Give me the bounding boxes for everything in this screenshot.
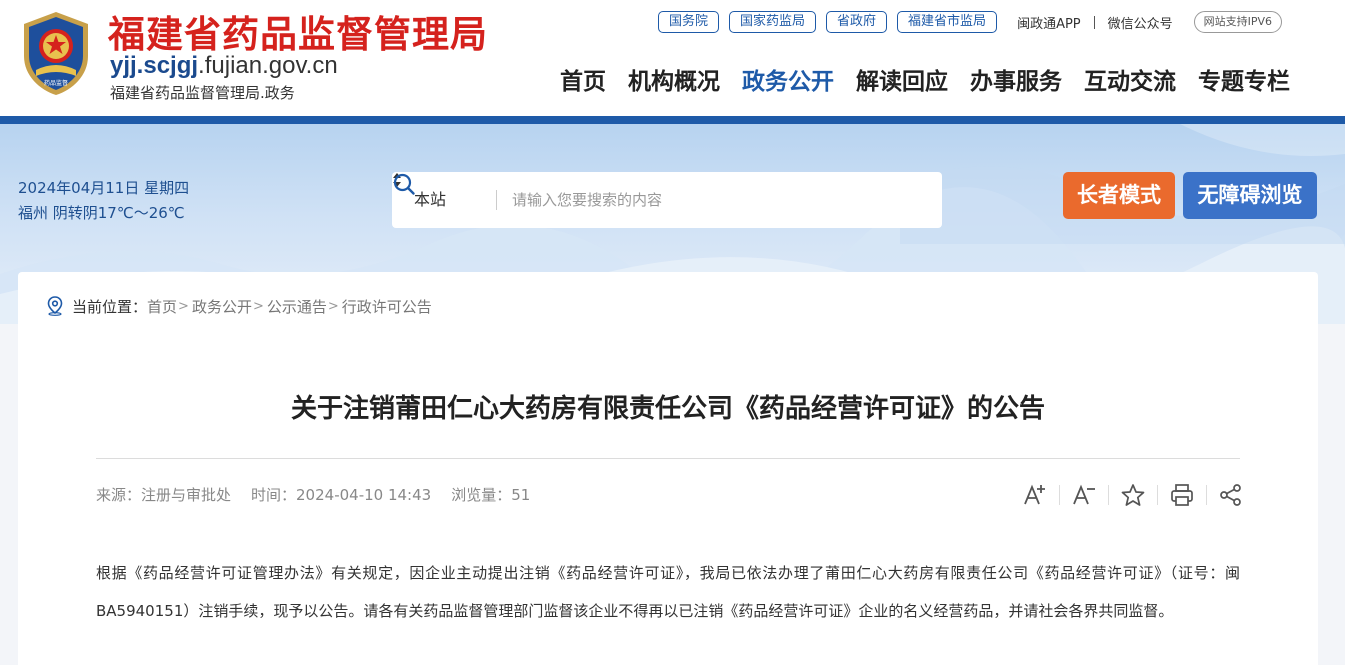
site-domain: yjj.scjgj.fujian.gov.cn — [110, 52, 338, 80]
font-decrease-icon[interactable] — [1071, 482, 1097, 508]
tool-divider — [1206, 485, 1207, 505]
star-favorite-icon[interactable] — [1120, 482, 1146, 508]
article-views: 浏览量：51 — [451, 486, 531, 504]
link-state-council[interactable]: 国务院 — [658, 11, 720, 33]
accessible-browse-button[interactable]: 无障碍浏览 — [1183, 172, 1317, 219]
tool-divider — [1108, 485, 1109, 505]
breadcrumb-license-notices[interactable]: 行政许可公告 — [342, 296, 432, 317]
breadcrumb-home[interactable]: 首页 — [147, 296, 177, 317]
header-bar — [0, 116, 1345, 124]
top-links: 国务院 国家药监局 省政府 福建省市监局 闽政通APP 微信公众号 网站支持IP… — [658, 11, 1283, 33]
title-divider — [96, 458, 1240, 459]
main-nav: 首页 机构概况 政务公开 解读回应 办事服务 互动交流 专题专栏 — [560, 62, 1290, 96]
location-pin-icon — [47, 296, 63, 316]
search-input[interactable] — [512, 186, 872, 214]
ipv6-badge: 网站支持IPV6 — [1193, 11, 1283, 33]
nav-interaction[interactable]: 互动交流 — [1084, 62, 1176, 96]
article-time: 时间：2024-04-10 14:43 — [251, 486, 432, 504]
tool-divider — [1059, 485, 1060, 505]
article-title: 关于注销莆田仁心大药房有限责任公司《药品经营许可证》的公告 — [290, 394, 1045, 424]
breadcrumb-separator: > — [327, 298, 339, 314]
site-title[interactable]: 福建省药品监督管理局 — [108, 4, 488, 58]
link-wechat[interactable]: 微信公众号 — [1108, 13, 1173, 32]
nav-topics[interactable]: 专题专栏 — [1198, 62, 1290, 96]
search-scope-select[interactable]: 本站 — [414, 172, 446, 228]
link-provincial-gov[interactable]: 省政府 — [826, 11, 888, 33]
font-increase-icon[interactable] — [1022, 482, 1048, 508]
print-icon[interactable] — [1169, 482, 1195, 508]
elder-mode-button[interactable]: 长者模式 — [1063, 172, 1175, 219]
content-card: 当前位置： 首页 > 政务公开 > 公示通告 > 行政许可公告 关于注销莆田仁心大药房… — [18, 272, 1318, 665]
article-meta: 来源：注册与审批处 时间：2024-04-10 14:43 浏览量：51 — [96, 484, 550, 505]
article-source: 来源：注册与审批处 — [96, 486, 232, 504]
search-divider — [496, 190, 497, 210]
search-icon[interactable] — [392, 172, 416, 196]
site-header: 药品监督 福建省药品监督管理局 yjj.scjgj.fujian.gov.cn … — [0, 0, 1345, 116]
weather: 福州 阴转阴17℃～26℃ — [18, 204, 185, 222]
nav-interpretation[interactable]: 解读回应 — [856, 62, 948, 96]
breadcrumb: 当前位置： 首页 > 政务公开 > 公示通告 > 行政许可公告 — [46, 296, 432, 316]
link-nmpa[interactable]: 国家药监局 — [729, 11, 817, 33]
divider — [1093, 15, 1095, 29]
breadcrumb-label: 当前位置： — [72, 297, 148, 316]
nav-gov-affairs[interactable]: 政务公开 — [742, 62, 834, 96]
site-subtitle: 福建省药品监督管理局.政务 — [110, 84, 295, 102]
breadcrumb-separator: > — [178, 298, 189, 314]
link-app[interactable]: 闽政通APP — [1017, 13, 1081, 32]
tool-divider — [1157, 485, 1158, 505]
nav-home[interactable]: 首页 — [560, 62, 606, 96]
article-tools — [1022, 482, 1244, 508]
link-fujian-samr[interactable]: 福建省市监局 — [897, 11, 998, 33]
breadcrumb-separator: > — [252, 298, 264, 314]
domain-prefix: yjj.scjgj — [110, 52, 199, 79]
domain-suffix: .fujian.gov.cn — [198, 52, 338, 79]
breadcrumb-gov-affairs[interactable]: 政务公开 — [192, 296, 252, 317]
breadcrumb-notices[interactable]: 公示通告 — [267, 296, 327, 317]
emblem-text: 药品监督 — [44, 79, 68, 87]
article-body: 根据《药品经营许可证管理办法》有关规定，因企业主动提出注销《药品经营许可证》，我… — [96, 564, 1240, 620]
emblem-logo[interactable]: 药品监督 — [18, 10, 94, 96]
nav-about[interactable]: 机构概况 — [628, 62, 720, 96]
share-icon[interactable] — [1218, 482, 1244, 508]
date-weather: 2024年04月11日 星期四 福州 阴转阴17℃～26℃ — [18, 176, 189, 226]
current-date: 2024年04月11日 星期四 — [18, 179, 190, 197]
nav-services[interactable]: 办事服务 — [970, 62, 1062, 96]
search-box: 本站 — [392, 172, 942, 228]
